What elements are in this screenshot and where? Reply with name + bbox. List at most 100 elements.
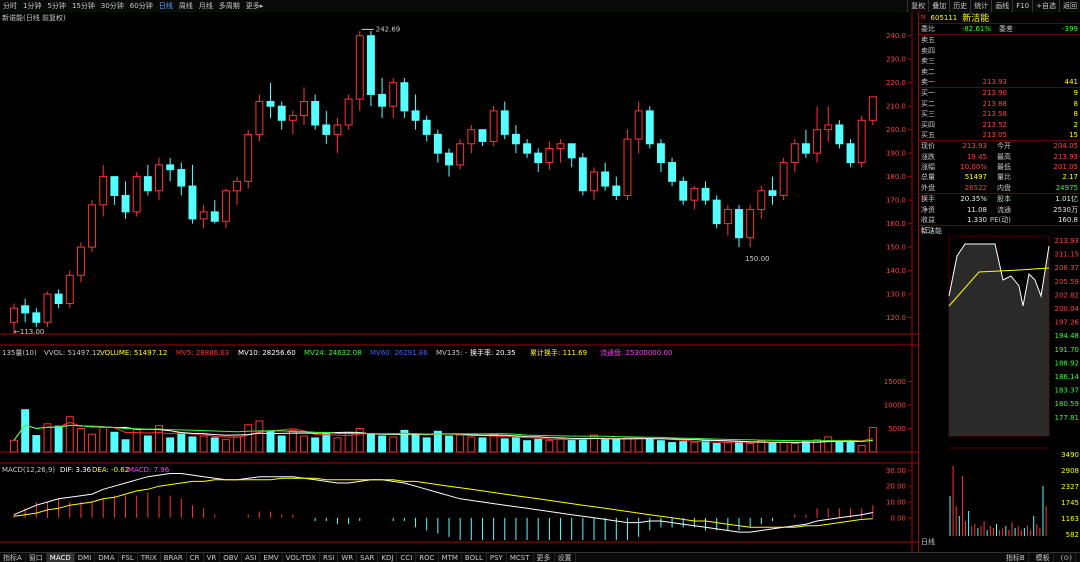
kline-chart[interactable]: 新诺能(日线 前复权) 240.0 230.0 220.0 210.0 200.0 190.… — [0, 12, 918, 552]
volume-bar — [221, 438, 230, 453]
indicator-tab[interactable]: KDJ — [378, 552, 398, 562]
candle-body — [445, 152, 453, 166]
indicator-tab[interactable]: OBV — [220, 552, 243, 562]
indicator-tab[interactable]: BOLL — [462, 552, 487, 562]
stat-label: 涨幅 — [921, 163, 935, 172]
indicator-tab[interactable]: TRIX — [138, 552, 161, 562]
volume-header-item: MV5: 28886.63 — [176, 349, 229, 357]
bid-row: 买二 213.88 8 — [919, 99, 1080, 109]
timeframe-tab[interactable]: 15分钟 — [69, 0, 98, 12]
indicator-tab[interactable]: VOL-TDX — [283, 552, 320, 562]
candle-body — [199, 211, 208, 220]
timeframe-tab[interactable]: 分时 — [0, 0, 20, 12]
indicator-tab[interactable]: CR — [187, 552, 204, 562]
indicator-tab[interactable]: 更多 — [534, 552, 555, 562]
toolbar-button[interactable]: F10 — [1012, 0, 1032, 12]
candle-body — [578, 157, 587, 192]
volume-bar — [656, 440, 665, 453]
candle-body — [255, 101, 264, 135]
candle-body — [801, 143, 810, 154]
indicator-tab[interactable]: DMI — [75, 552, 96, 562]
volume-bar — [634, 437, 643, 453]
stock-name: 新洁能 — [962, 14, 990, 24]
timeframe-tab[interactable]: 5分钟 — [44, 0, 68, 12]
stat-value: 24975 — [1055, 183, 1078, 192]
price-axis-label: 220.0 — [886, 79, 906, 87]
timeframe-tab[interactable]: 60分钟 — [127, 0, 156, 12]
volume-bar — [846, 440, 855, 453]
macd-axis-label: 20.00 — [886, 483, 906, 491]
indicator-tab[interactable]: 设置 — [555, 552, 576, 562]
timeframe-tab[interactable]: 30分钟 — [98, 0, 127, 12]
indicator-tab[interactable]: 指标A — [0, 552, 26, 562]
ask-volume: 441 — [1064, 77, 1078, 86]
candle-body — [723, 209, 732, 225]
indicator-tab[interactable]: MTM — [439, 552, 462, 562]
stat-value: 204.05 — [1053, 142, 1079, 151]
indicator-tab[interactable]: PSY — [487, 552, 507, 562]
stat-label: 总量 — [921, 173, 935, 182]
bid-volume: 9 — [1073, 89, 1078, 98]
stat-label: 股本 — [997, 195, 1011, 204]
ask-row: 卖五 — [919, 35, 1080, 45]
volume-header-item: MV24: 24632.08 — [304, 349, 362, 357]
volume-axis-label: 15000 — [884, 378, 906, 386]
indicator-tab[interactable]: SAR — [357, 552, 379, 562]
indicator-side-tab[interactable]: 模板 — [1033, 553, 1054, 562]
indicator-tab[interactable]: MCST — [507, 552, 534, 562]
stat-value: 10.00% — [960, 163, 987, 172]
toolbar-button[interactable]: 叠加 — [928, 0, 949, 12]
toolbar-button[interactable]: +自选 — [1032, 0, 1059, 12]
ask-price — [947, 35, 1007, 45]
indicator-tab[interactable]: VR — [204, 552, 221, 562]
indicator-tab[interactable]: FSL — [119, 552, 138, 562]
timeframe-tab[interactable]: 周线 — [176, 0, 196, 12]
indicator-side-tab[interactable]: (⊙) — [1058, 553, 1076, 562]
candle-body — [155, 164, 163, 192]
timeframe-tab[interactable]: 多周期 — [216, 0, 243, 12]
stat-value: 20.35% — [960, 195, 987, 204]
mini-axis-label: 191.70 — [1055, 346, 1080, 354]
n-marker: N — [921, 14, 926, 21]
indicator-tab[interactable]: 窗口 — [26, 552, 47, 562]
bid-price: 213.58 — [982, 110, 1008, 119]
indicator-tab[interactable]: RSI — [320, 552, 339, 562]
stat-value: 51497 — [964, 173, 987, 182]
indicator-tab[interactable]: MACD — [46, 552, 75, 562]
macd-value: MACD: 7.96 — [128, 466, 170, 474]
intraday-mini-chart[interactable]: 213.93 211.15 208.37 205.59 202.82 200.04 197.… — [919, 236, 1080, 546]
indicator-tab[interactable]: EMV — [260, 552, 283, 562]
indicator-side-tab[interactable]: 指标B — [1003, 553, 1029, 562]
candle-body — [344, 98, 353, 126]
volume-bar — [166, 437, 175, 453]
macd-axis-label: 30.00 — [886, 467, 906, 475]
timeframe-tab[interactable]: 日线 — [156, 0, 176, 12]
toolbar-button[interactable]: 返回 — [1059, 0, 1080, 12]
volume-bar — [110, 431, 119, 453]
timeframe-tab[interactable]: 月线 — [196, 0, 216, 12]
bid-volume: 15 — [1069, 130, 1078, 139]
toolbar-button[interactable]: 复权 — [907, 0, 928, 12]
volume-bar — [801, 441, 810, 453]
indicator-tab[interactable]: ROC — [416, 552, 439, 562]
indicator-tab[interactable]: BRAR — [161, 552, 187, 562]
indicator-tab[interactable]: WR — [338, 552, 358, 562]
stat-label: 最低 — [997, 163, 1011, 172]
timeframe-tab[interactable]: 1分钟 — [20, 0, 44, 12]
volume-bar — [746, 443, 755, 453]
toolbar-button[interactable]: 画线 — [991, 0, 1012, 12]
timeframe-list: 分时 1分钟 5分钟 15分钟 30分钟 60分钟 日线 周线 月线 多周期 更多▸ — [0, 0, 266, 12]
stat-value: 1.330 — [966, 216, 987, 225]
indicator-tabs: 指标A 窗口 MACD DMI DMA FSL TRIX BRAR CR VR OBV ASI EMV V… — [0, 552, 1080, 562]
candle-body — [32, 312, 41, 323]
indicator-tab[interactable]: CCI — [397, 552, 417, 562]
indicator-tab[interactable]: ASI — [242, 552, 261, 562]
bid-label: 买一 — [921, 89, 935, 98]
stat-row: 净资 11.08 流通 2530万 — [919, 205, 1080, 215]
volume-header-item: VVOL: 51497.12 — [44, 349, 101, 357]
indicator-tab[interactable]: DMA — [95, 552, 119, 562]
timeframe-toolbar: 分时 1分钟 5分钟 15分钟 30分钟 60分钟 日线 周线 月线 多周期 更多▸ 复权 叠加 历史统… — [0, 0, 1080, 12]
ask-row: 卖二 — [919, 67, 1080, 77]
timeframe-tab[interactable]: 更多▸ — [243, 0, 267, 12]
candle-body — [433, 133, 442, 154]
